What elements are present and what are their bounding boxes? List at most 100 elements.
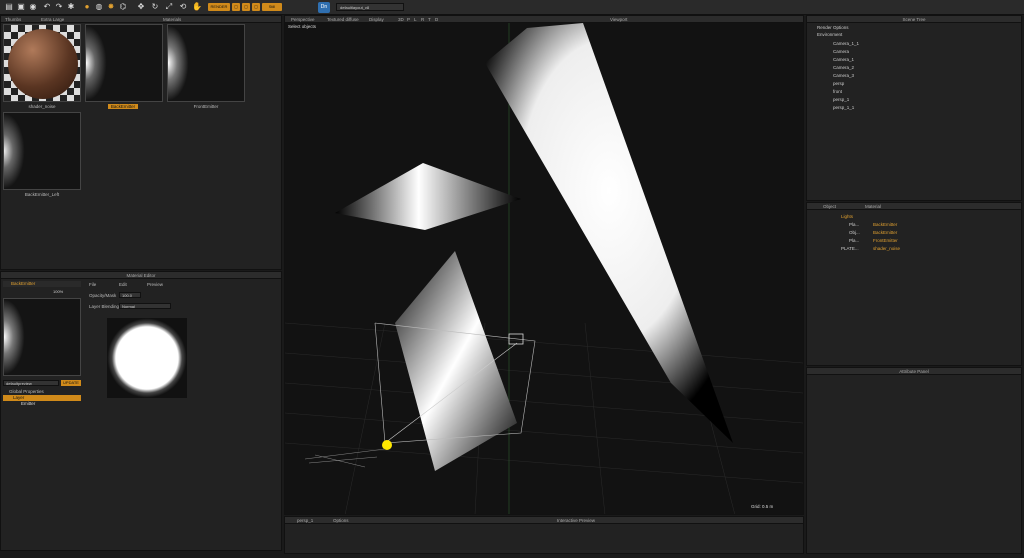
blending-select[interactable]: Normal [119,303,171,309]
pan-icon[interactable]: ✋ [192,2,202,12]
column-object[interactable]: Object [823,203,836,210]
scene-item-environment[interactable]: Environment [807,31,1017,39]
tab-l[interactable]: L [414,16,417,23]
zoom-level[interactable]: 100% [53,289,81,295]
undo-icon[interactable]: ↶ [42,2,52,12]
tab-d[interactable]: D [435,16,438,23]
menu-file[interactable]: File [89,282,96,287]
ground-grid [285,322,803,514]
render-icon[interactable]: ● [82,2,92,12]
redo-icon[interactable]: ↷ [54,2,64,12]
tab-perspective[interactable]: Perspective [291,16,315,23]
scene-item-camera[interactable]: Camera_3 [807,72,1017,80]
light-icon[interactable]: ✸ [106,2,116,12]
menu-edit[interactable]: Edit [119,282,127,287]
thumbnail-back-emitter[interactable] [85,24,163,102]
opacity-label: Opacity/Mask [89,293,117,298]
render-button[interactable]: RENDER [208,3,230,11]
object-row[interactable]: Pla... BackEmitter [807,221,1017,229]
preset-select[interactable]: defaultpreview [3,380,59,386]
floor-object-wireframe[interactable] [304,448,386,468]
object-row[interactable]: PLATE... shader_noise [807,245,1017,253]
material-name: shader_noise [873,246,901,251]
thumbnail-shader-noise[interactable] [3,24,81,102]
move-icon[interactable]: ✥ [136,2,146,12]
camera-icon[interactable]: ⌬ [118,2,128,12]
scene-item-camera[interactable]: Camera_1_1 [807,40,1017,48]
tab-size[interactable]: Extra Large [41,16,64,23]
viewport-panel[interactable]: Perspective Textured diffuse Display 3D … [284,15,804,515]
small-emitter-plane[interactable] [335,163,521,230]
thumbnail-front-emitter[interactable] [167,24,245,102]
tab-shading[interactable]: Textured diffuse [327,16,359,23]
tab-p[interactable]: P [407,16,410,23]
layer-emitter[interactable]: Emitter [3,401,81,407]
attribute-panel: Attribute Panel [806,367,1022,554]
thumbnail-label-selected: BackEmitter [108,104,138,109]
material-editor-panel: Material Editor BackEmitter 100% default… [0,271,282,551]
object-panel: Object Material Lights Pla... BackEmitter… [806,202,1022,366]
orbit-icon[interactable]: ⟲ [178,2,188,12]
open-icon[interactable]: ▣ [16,2,26,12]
tab-3d[interactable]: 3D [398,16,404,23]
view-1-button[interactable]: ▢ [232,3,240,11]
material-preview[interactable] [3,298,81,376]
viewport-title: Viewport [610,17,628,22]
panel-title: Materials [163,17,182,22]
mode-button[interactable]: Still [262,3,282,11]
thumbnail-label: shader_noise [28,104,56,109]
scene-item-camera[interactable]: persp [807,80,1017,88]
panel-title: Scene Tree [902,17,926,22]
material-icon[interactable]: ◍ [94,2,104,12]
scene-item-camera[interactable]: persp_1_1 [807,104,1017,112]
tab-r[interactable]: R [421,16,424,23]
object-row-lights[interactable]: Lights [807,213,1017,221]
blending-label: Layer Blending [89,304,120,309]
scale-icon[interactable]: ⤢ [164,2,174,12]
column-material[interactable]: Material [865,203,881,210]
panel-title: Attribute Panel [899,369,929,374]
thumbnail-back-emitter-left[interactable] [3,112,81,190]
menu-preview[interactable]: Preview [147,282,163,287]
scene-item-camera[interactable]: Camera_1 [807,56,1017,64]
settings-icon[interactable]: ✱ [66,2,76,12]
viewport-scene[interactable] [285,23,803,515]
thumbnail-label: BackEmitter_Left [24,192,60,197]
panel-title: Material Editor [126,273,156,278]
object-row[interactable]: Obj... BackEmitter [807,229,1017,237]
object-name: Obj... [849,230,860,235]
update-button[interactable]: UPDATE [61,380,81,386]
material-editor-header: Material Editor [1,272,281,279]
tab-t[interactable]: T [428,16,431,23]
scene-item-camera[interactable]: front [807,88,1017,96]
sphere-icon[interactable]: ◉ [28,2,38,12]
viewport-header: Perspective Textured diffuse Display 3D … [285,16,803,23]
scene-item-camera[interactable]: persp_1 [807,96,1017,104]
rotate-icon[interactable]: ↻ [150,2,160,12]
thumbnails-panel: Thumbs Extra Large Materials shader_nois… [0,15,282,270]
panel-title: Interactive Preview [557,518,596,523]
light-gizmo[interactable] [382,440,392,450]
tab-thumbs[interactable]: Thumbs [5,16,21,23]
material-name: FrontEmitter [873,238,898,243]
attribute-panel-header: Attribute Panel [807,368,1021,375]
opacity-field[interactable]: 100.0 [119,292,141,298]
large-emitter-plane[interactable] [485,23,733,443]
scene-item-camera[interactable]: Camera_2 [807,64,1017,72]
main-toolbar: ▤ ▣ ◉ ↶ ↷ ✱ ● ◍ ✸ ⌬ ✥ ↻ ⤢ ⟲ ✋ RENDER ▢ ▢… [0,0,1024,15]
interactive-preview-header: persp_1 Options Interactive Preview [285,517,803,524]
object-row[interactable]: Pla... FrontEmitter [807,237,1017,245]
scene-tree-header: Scene Tree [807,16,1021,23]
layout-select[interactable]: defaultlayout_v8 [336,3,404,11]
material-name-field[interactable]: BackEmitter [3,281,81,287]
view-3-button[interactable]: ▢ [252,3,260,11]
object-name: PLATE... [841,246,859,251]
object-panel-header: Object Material [807,203,1021,210]
tab-options[interactable]: Options [333,517,349,524]
app-badge[interactable]: Dn [318,2,330,13]
new-file-icon[interactable]: ▤ [4,2,14,12]
scene-item-camera[interactable]: Camera [807,48,1017,56]
view-2-button[interactable]: ▢ [242,3,250,11]
tab-persp-1[interactable]: persp_1 [297,517,313,524]
tab-display[interactable]: Display [369,16,384,23]
